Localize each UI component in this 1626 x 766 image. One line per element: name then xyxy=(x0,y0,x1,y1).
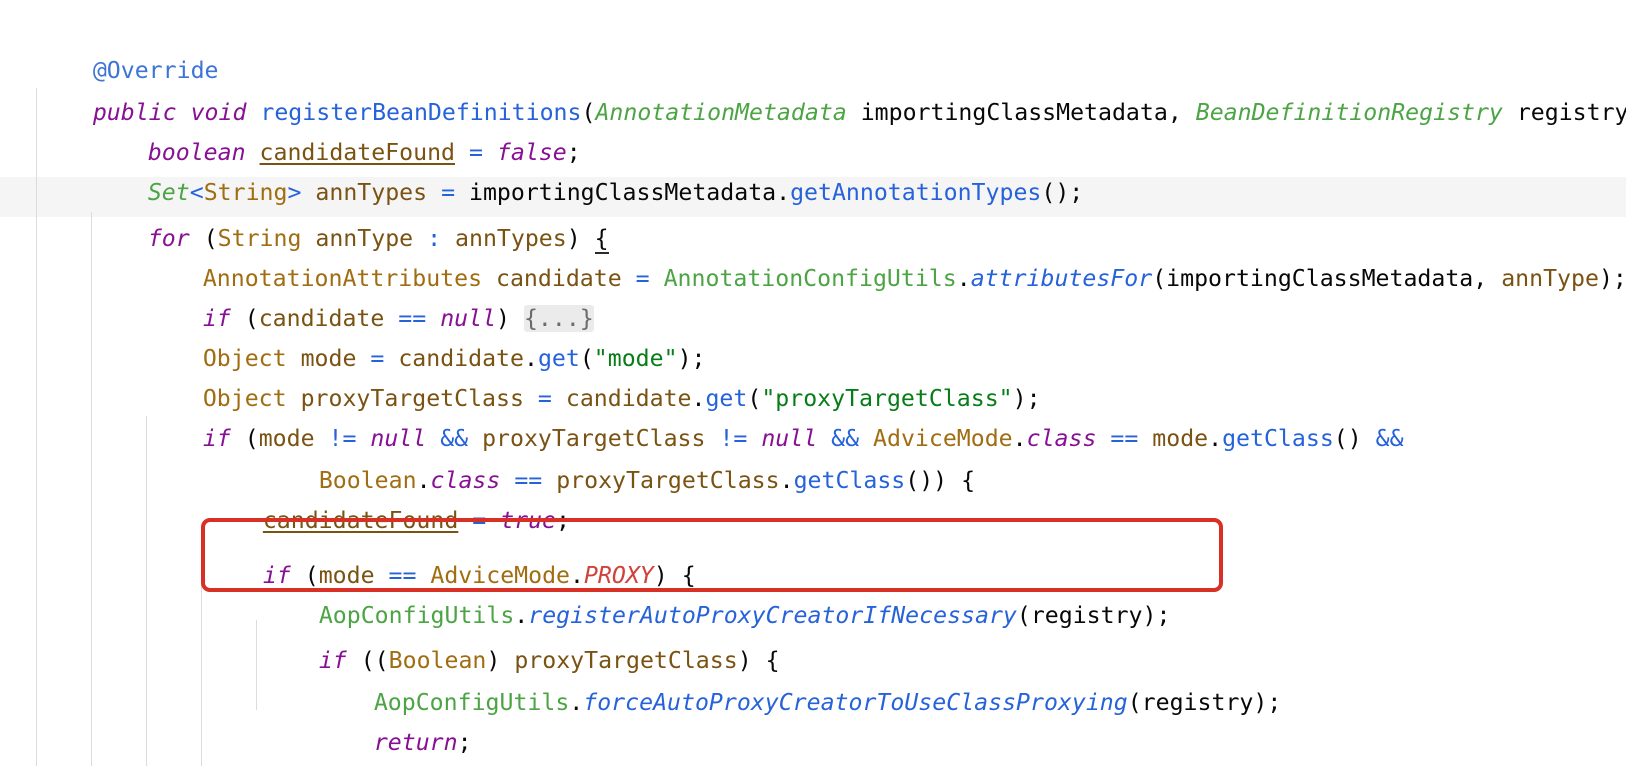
code-line-9[interactable]: Object proxyTargetClass = candidate.get(… xyxy=(147,336,1041,412)
punctuation-token: . xyxy=(1012,425,1027,452)
code-line-17[interactable]: return; xyxy=(318,680,472,756)
punctuation-token: ( xyxy=(230,425,259,452)
variable-token: annType xyxy=(1501,265,1599,292)
punctuation-token: . xyxy=(569,689,584,716)
punctuation-token: . xyxy=(956,265,971,292)
type-token: BeanDefinitionRegistry xyxy=(1195,99,1503,126)
highlight-rectangle xyxy=(201,518,1223,592)
code-line-15[interactable]: if ((Boolean) proxyTargetClass) { xyxy=(263,598,780,674)
identifier-token: (importingClassMetadata, xyxy=(1152,265,1502,292)
identifier-token: (registry); xyxy=(1016,602,1171,629)
parameter-token: importingClassMetadata, xyxy=(846,99,1196,126)
class-name-token: AnnotationConfigUtils xyxy=(663,265,957,292)
code-line-12[interactable]: candidateFound = true; xyxy=(207,458,570,534)
code-line-2[interactable]: public void registerBeanDefinitions(Anno… xyxy=(37,50,1626,126)
code-editor[interactable]: @Override public void registerBeanDefini… xyxy=(0,0,1626,766)
code-line-11[interactable]: Boolean.class == proxyTargetClass.getCla… xyxy=(263,418,975,494)
keyword-token: if xyxy=(202,425,231,452)
operator-token: && xyxy=(1375,425,1404,452)
code-line-3[interactable]: boolean candidateFound = false; xyxy=(92,90,581,166)
punctuation-token: ; xyxy=(457,729,472,756)
punctuation-token: ()) { xyxy=(905,467,976,494)
indent-guide xyxy=(256,620,257,710)
indent-guide xyxy=(36,88,37,766)
code-line-5[interactable]: for (String annType : annTypes) { xyxy=(92,176,609,254)
indent-guide xyxy=(201,580,202,766)
code-line-4[interactable]: Set<String> annTypes = importingClassMet… xyxy=(92,130,1083,206)
keyword-token: class xyxy=(1026,425,1097,452)
identifier-token: (registry); xyxy=(1127,689,1282,716)
method-call-token: getClass xyxy=(793,467,906,494)
operator-token: = xyxy=(635,265,650,292)
type-token: AnnotationMetadata xyxy=(595,99,847,126)
operator-token: == xyxy=(1110,425,1139,452)
keyword-token: return xyxy=(373,729,458,756)
method-call-token: getAnnotationTypes xyxy=(790,179,1042,206)
code-line-7[interactable]: if (candidate == null) {...} xyxy=(147,256,594,332)
punctuation-token: ); xyxy=(1598,265,1626,292)
punctuation-token: . xyxy=(1208,425,1223,452)
variable-token: mode xyxy=(1152,425,1209,452)
static-method-token: forceAutoProxyCreatorToUseClassProxying xyxy=(583,689,1128,716)
method-call-token: getClass xyxy=(1222,425,1334,452)
punctuation-token: () xyxy=(1333,425,1376,452)
variable-token: proxyTargetClass xyxy=(556,467,780,494)
punctuation-token: (); xyxy=(1041,179,1084,206)
code-line-16[interactable]: AopConfigUtils.forceAutoProxyCreatorToUs… xyxy=(318,640,1281,716)
parameter-token: registry) { xyxy=(1516,99,1626,126)
static-method-token: attributesFor xyxy=(970,265,1153,292)
punctuation-token: ( xyxy=(581,99,596,126)
code-line-10[interactable]: if (mode != null && proxyTargetClass != … xyxy=(147,376,1404,452)
code-line-8[interactable]: Object mode = candidate.get("mode"); xyxy=(147,296,706,372)
code-line-18[interactable]: } xyxy=(263,722,333,764)
punctuation-token: . xyxy=(779,467,794,494)
code-line-1[interactable]: @Override xyxy=(37,8,219,84)
code-line-6[interactable]: AnnotationAttributes candidate = Annotat… xyxy=(147,216,1626,292)
